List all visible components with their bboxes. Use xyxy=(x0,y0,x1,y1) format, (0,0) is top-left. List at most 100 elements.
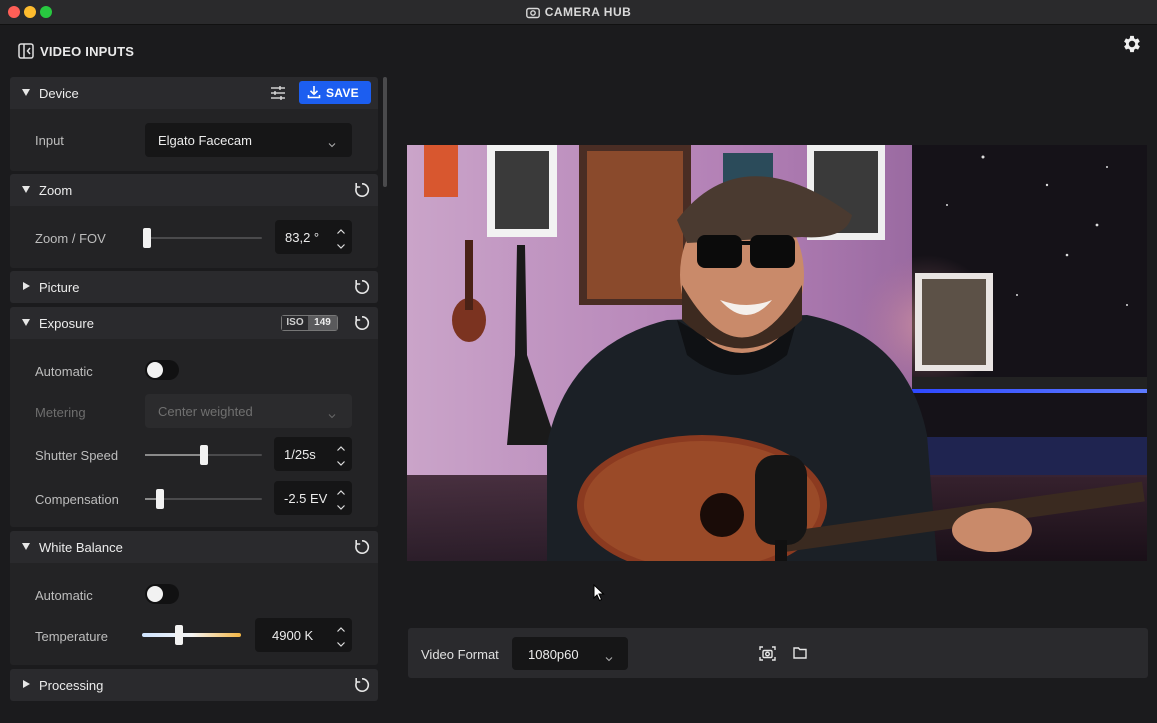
section-exposure-header[interactable]: Exposure ISO 149 xyxy=(10,307,378,339)
section-device-body: Input Elgato Facecam xyxy=(10,109,378,171)
app-title: CAMERA HUB xyxy=(0,5,1157,19)
chevron-down-icon[interactable] xyxy=(336,239,346,249)
chevron-down-icon[interactable] xyxy=(336,500,346,510)
video-inputs-panel: Device SAVE Input Elgato Facecam Zoom Zo… xyxy=(10,77,379,703)
temperature-slider-thumb[interactable] xyxy=(174,625,183,645)
video-format-select[interactable]: 1080p60 xyxy=(512,637,628,670)
chevron-down-icon xyxy=(605,650,613,665)
temperature-slider[interactable] xyxy=(142,625,241,645)
stepper-arrows xyxy=(331,220,352,254)
iso-badge: ISO 149 xyxy=(281,315,338,331)
shutter-speed-slider-thumb[interactable] xyxy=(199,445,208,465)
section-exposure-body: Automatic Metering Center weighted Shutt… xyxy=(10,339,378,527)
reset-icon[interactable] xyxy=(353,181,371,199)
shutter-speed-label: Shutter Speed xyxy=(35,448,119,463)
section-white-balance-header[interactable]: White Balance xyxy=(10,531,378,563)
compensation-value: -2.5 EV xyxy=(284,491,328,506)
metering-label: Metering xyxy=(35,405,86,420)
zoom-fov-slider-thumb[interactable] xyxy=(143,228,152,248)
reset-icon[interactable] xyxy=(353,538,371,556)
save-button[interactable]: SAVE xyxy=(299,81,371,104)
section-processing-label: Processing xyxy=(39,678,104,693)
section-zoom-label: Zoom xyxy=(39,183,73,198)
section-zoom-header[interactable]: Zoom xyxy=(10,174,378,206)
collapse-triangle-icon xyxy=(22,89,30,96)
chevron-up-icon[interactable] xyxy=(336,486,346,496)
chevron-up-icon[interactable] xyxy=(336,442,346,452)
section-zoom-body: Zoom / FOV 83,2 ° xyxy=(10,206,378,268)
panel-title-text: VIDEO INPUTS xyxy=(40,44,135,59)
metering-select: Center weighted xyxy=(145,394,352,428)
snapshot-camera-icon[interactable] xyxy=(759,645,776,662)
camera-hub-logo-icon xyxy=(525,7,540,19)
shutter-speed-stepper[interactable]: 1/25s xyxy=(274,437,352,471)
reset-icon[interactable] xyxy=(353,314,371,332)
shutter-speed-value: 1/25s xyxy=(284,447,316,462)
zoom-fov-label: Zoom / FOV xyxy=(35,231,106,246)
chevron-up-icon[interactable] xyxy=(336,623,346,633)
wb-automatic-toggle[interactable] xyxy=(145,584,179,604)
section-processing-header[interactable]: Processing xyxy=(10,669,378,701)
zoom-fov-slider[interactable] xyxy=(143,228,262,248)
video-format-value: 1080p60 xyxy=(528,647,579,662)
title-bar: CAMERA HUB xyxy=(0,0,1157,25)
temperature-value: 4900 K xyxy=(272,628,314,643)
input-label: Input xyxy=(35,133,64,148)
panel-scrollbar[interactable] xyxy=(383,77,387,187)
temperature-label: Temperature xyxy=(35,629,108,644)
chevron-down-icon[interactable] xyxy=(336,456,346,466)
chevron-up-icon[interactable] xyxy=(336,225,346,235)
chevron-down-icon xyxy=(328,136,336,151)
chevron-down-icon xyxy=(328,407,336,422)
panel-title: VIDEO INPUTS xyxy=(18,43,134,62)
section-device-label: Device xyxy=(39,86,79,101)
collapse-triangle-icon xyxy=(22,543,30,550)
wb-automatic-label: Automatic xyxy=(35,588,93,603)
tune-sliders-icon[interactable] xyxy=(269,84,287,102)
folder-icon[interactable] xyxy=(793,646,807,659)
stepper-arrows xyxy=(331,437,352,471)
mouse-cursor-icon xyxy=(593,583,605,605)
zoom-fov-value: 83,2 ° xyxy=(285,230,320,245)
input-device-value: Elgato Facecam xyxy=(158,133,252,148)
temperature-stepper[interactable]: 4900 K xyxy=(255,618,352,652)
save-button-label: SAVE xyxy=(326,86,359,100)
exposure-automatic-toggle[interactable] xyxy=(145,360,179,380)
collapse-triangle-icon xyxy=(22,319,30,326)
reset-icon[interactable] xyxy=(353,676,371,694)
input-device-select[interactable]: Elgato Facecam xyxy=(145,123,352,157)
section-exposure-label: Exposure xyxy=(39,316,94,331)
download-icon xyxy=(307,85,321,102)
compensation-stepper[interactable]: -2.5 EV xyxy=(274,481,352,515)
settings-gear-icon[interactable] xyxy=(1121,33,1143,55)
expand-triangle-icon xyxy=(23,680,30,688)
camera-preview xyxy=(407,145,1147,561)
stepper-arrows xyxy=(331,618,352,652)
section-white-balance-body: Automatic Temperature 4900 K xyxy=(10,563,378,665)
chevron-down-icon[interactable] xyxy=(336,637,346,647)
shutter-speed-slider[interactable] xyxy=(145,445,262,465)
iso-badge-label: ISO xyxy=(282,316,308,330)
metering-value: Center weighted xyxy=(158,404,253,419)
compensation-slider[interactable] xyxy=(145,489,262,509)
collapse-triangle-icon xyxy=(22,186,30,193)
camera-preview-image xyxy=(407,145,1147,561)
iso-badge-value: 149 xyxy=(308,316,337,330)
expand-triangle-icon xyxy=(23,282,30,290)
toggle-knob xyxy=(147,362,163,378)
preview-toolbar: Video Format 1080p60 xyxy=(408,628,1148,678)
section-picture-header[interactable]: Picture xyxy=(10,271,378,303)
section-white-balance-label: White Balance xyxy=(39,540,123,555)
stepper-arrows xyxy=(331,481,352,515)
compensation-slider-thumb[interactable] xyxy=(156,489,165,509)
section-picture-label: Picture xyxy=(39,280,80,295)
toggle-knob xyxy=(147,586,163,602)
video-format-label: Video Format xyxy=(421,647,499,662)
zoom-fov-stepper[interactable]: 83,2 ° xyxy=(275,220,352,254)
sidebar-collapse-icon[interactable] xyxy=(18,43,34,62)
shutter-speed-slider-fill xyxy=(145,454,204,456)
section-device-header[interactable]: Device SAVE xyxy=(10,77,378,109)
compensation-label: Compensation xyxy=(35,492,119,507)
exposure-automatic-label: Automatic xyxy=(35,364,93,379)
reset-icon[interactable] xyxy=(353,278,371,296)
